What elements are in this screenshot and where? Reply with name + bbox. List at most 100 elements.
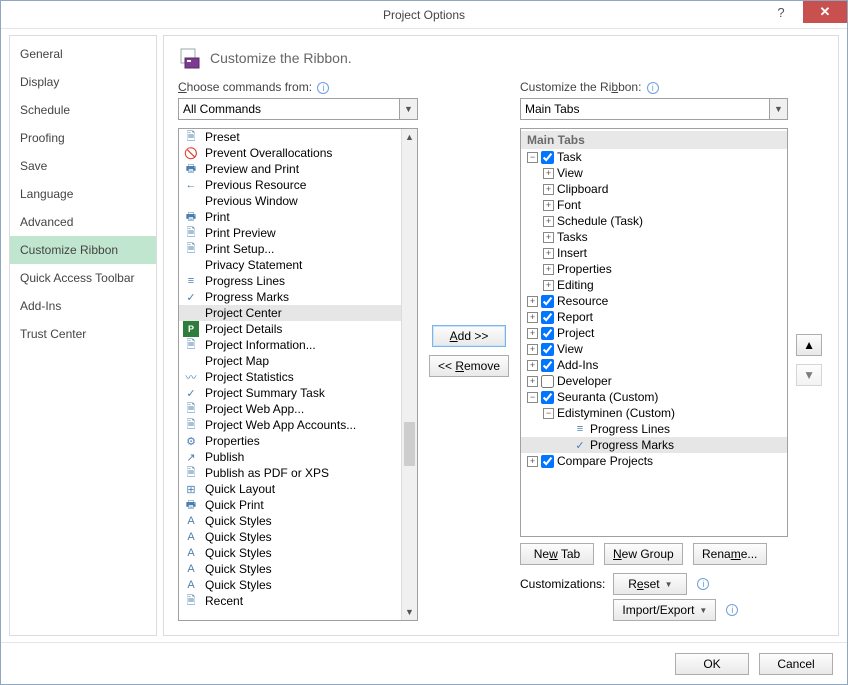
ribbon-tree[interactable]: Main Tabs−Task+View+Clipboard+Font+Sched… <box>520 128 788 537</box>
command-item[interactable]: 🖶Preview and Print▶ <box>179 161 417 177</box>
info-icon[interactable]: i <box>647 82 659 94</box>
expander-icon[interactable]: + <box>543 216 554 227</box>
expander-icon[interactable]: − <box>527 152 538 163</box>
expander-icon[interactable]: + <box>543 264 554 275</box>
expander-icon[interactable]: − <box>527 392 538 403</box>
command-item[interactable]: 🖶Print <box>179 209 417 225</box>
help-button[interactable]: ? <box>759 1 803 23</box>
expander-icon[interactable]: + <box>543 200 554 211</box>
info-icon[interactable]: i <box>726 604 738 616</box>
sidebar-item[interactable]: Add-Ins <box>10 292 156 320</box>
expander-icon[interactable]: + <box>527 296 538 307</box>
sidebar-item[interactable]: Language <box>10 180 156 208</box>
tree-item[interactable]: +View <box>521 341 787 357</box>
scroll-thumb[interactable] <box>404 422 415 466</box>
command-item[interactable]: ←Previous Resource <box>179 177 417 193</box>
ribbon-scope-combo[interactable]: Main Tabs▼ <box>520 98 788 120</box>
command-item[interactable]: AQuick Styles▶ <box>179 513 417 529</box>
expander-icon[interactable]: + <box>527 312 538 323</box>
command-item[interactable]: AQuick Styles▶ <box>179 529 417 545</box>
command-item[interactable]: 🗎Publish as PDF or XPS <box>179 465 417 481</box>
tab-checkbox[interactable] <box>541 151 554 164</box>
commands-listbox[interactable]: ▲ ▼ 🗎Preset▶🚫Prevent Overallocations🖶Pre… <box>178 128 418 621</box>
command-item[interactable]: Project Center <box>179 305 417 321</box>
tab-checkbox[interactable] <box>541 343 554 356</box>
command-item[interactable]: ≡Progress Lines <box>179 273 417 289</box>
tree-item[interactable]: +Clipboard <box>521 181 787 197</box>
cancel-button[interactable]: Cancel <box>759 653 833 675</box>
tree-item[interactable]: +Editing <box>521 277 787 293</box>
command-item[interactable]: 🗎Print Setup... <box>179 241 417 257</box>
reset-button[interactable]: Reset <box>613 573 687 595</box>
tree-item[interactable]: +Add-Ins <box>521 357 787 373</box>
import-export-button[interactable]: Import/Export <box>613 599 716 621</box>
command-item[interactable]: ✓Progress Marks <box>179 289 417 305</box>
tree-item[interactable]: +Project <box>521 325 787 341</box>
expander-icon[interactable]: + <box>527 328 538 339</box>
expander-icon[interactable]: + <box>543 280 554 291</box>
tree-item[interactable]: +Developer <box>521 373 787 389</box>
remove-button[interactable]: << Remove <box>429 355 509 377</box>
command-item[interactable]: ⊞Quick Layout▶ <box>179 481 417 497</box>
expander-icon[interactable]: − <box>543 408 554 419</box>
info-icon[interactable]: i <box>697 578 709 590</box>
tab-checkbox[interactable] <box>541 327 554 340</box>
expander-icon[interactable]: + <box>527 376 538 387</box>
tree-item[interactable]: +Properties <box>521 261 787 277</box>
tree-item[interactable]: +Schedule (Task) <box>521 213 787 229</box>
sidebar-item[interactable]: Customize Ribbon <box>10 236 156 264</box>
add-button[interactable]: Add >> <box>432 325 506 347</box>
command-item[interactable]: Project Map <box>179 353 417 369</box>
expander-icon[interactable]: + <box>543 184 554 195</box>
tree-item[interactable]: +Tasks <box>521 229 787 245</box>
tree-item[interactable]: ≡Progress Lines <box>521 421 787 437</box>
tab-checkbox[interactable] <box>541 455 554 468</box>
tree-item[interactable]: +Insert <box>521 245 787 261</box>
command-item[interactable]: ⚙Properties <box>179 433 417 449</box>
sidebar-item[interactable]: Save <box>10 152 156 180</box>
move-up-button[interactable]: ▲ <box>796 334 822 356</box>
tree-item[interactable]: −Edistyminen (Custom) <box>521 405 787 421</box>
sidebar-item[interactable]: General <box>10 40 156 68</box>
command-item[interactable]: 〰Project Statistics <box>179 369 417 385</box>
new-group-button[interactable]: New Group <box>604 543 683 565</box>
command-item[interactable]: ✓Project Summary Task <box>179 385 417 401</box>
tab-checkbox[interactable] <box>541 359 554 372</box>
tab-checkbox[interactable] <box>541 375 554 388</box>
command-item[interactable]: 🗎Recent▶ <box>179 593 417 609</box>
command-item[interactable]: 🗎Project Information... <box>179 337 417 353</box>
command-item[interactable]: 🚫Prevent Overallocations <box>179 145 417 161</box>
new-tab-button[interactable]: New Tab <box>520 543 594 565</box>
rename-button[interactable]: Rename... <box>693 543 767 565</box>
tree-item[interactable]: ✓Progress Marks <box>521 437 787 453</box>
expander-icon[interactable]: + <box>543 248 554 259</box>
sidebar-item[interactable]: Proofing <box>10 124 156 152</box>
command-item[interactable]: Previous Window <box>179 193 417 209</box>
tree-item[interactable]: +View <box>521 165 787 181</box>
expander-icon[interactable]: + <box>527 344 538 355</box>
scroll-down-icon[interactable]: ▼ <box>402 604 417 620</box>
expander-icon[interactable]: + <box>527 456 538 467</box>
tab-checkbox[interactable] <box>541 391 554 404</box>
sidebar-item[interactable]: Advanced <box>10 208 156 236</box>
sidebar-item[interactable]: Trust Center <box>10 320 156 348</box>
command-item[interactable]: 🗎Print Preview <box>179 225 417 241</box>
sidebar-item[interactable]: Display <box>10 68 156 96</box>
command-item[interactable]: ↗Publish <box>179 449 417 465</box>
scroll-up-icon[interactable]: ▲ <box>402 129 417 145</box>
command-item[interactable]: AQuick Styles▶ <box>179 545 417 561</box>
tree-item[interactable]: +Font <box>521 197 787 213</box>
scrollbar[interactable]: ▲ ▼ <box>401 129 417 620</box>
choose-commands-combo[interactable]: All Commands▼ <box>178 98 418 120</box>
command-item[interactable]: Privacy Statement <box>179 257 417 273</box>
tab-checkbox[interactable] <box>541 295 554 308</box>
command-item[interactable]: AQuick Styles▶ <box>179 561 417 577</box>
tree-item[interactable]: +Resource <box>521 293 787 309</box>
expander-icon[interactable]: + <box>543 168 554 179</box>
close-button[interactable]: ✕ <box>803 1 847 23</box>
command-item[interactable]: 🗎Preset▶ <box>179 129 417 145</box>
command-item[interactable]: 🖶Quick Print <box>179 497 417 513</box>
tab-checkbox[interactable] <box>541 311 554 324</box>
sidebar-item[interactable]: Quick Access Toolbar <box>10 264 156 292</box>
sidebar-item[interactable]: Schedule <box>10 96 156 124</box>
